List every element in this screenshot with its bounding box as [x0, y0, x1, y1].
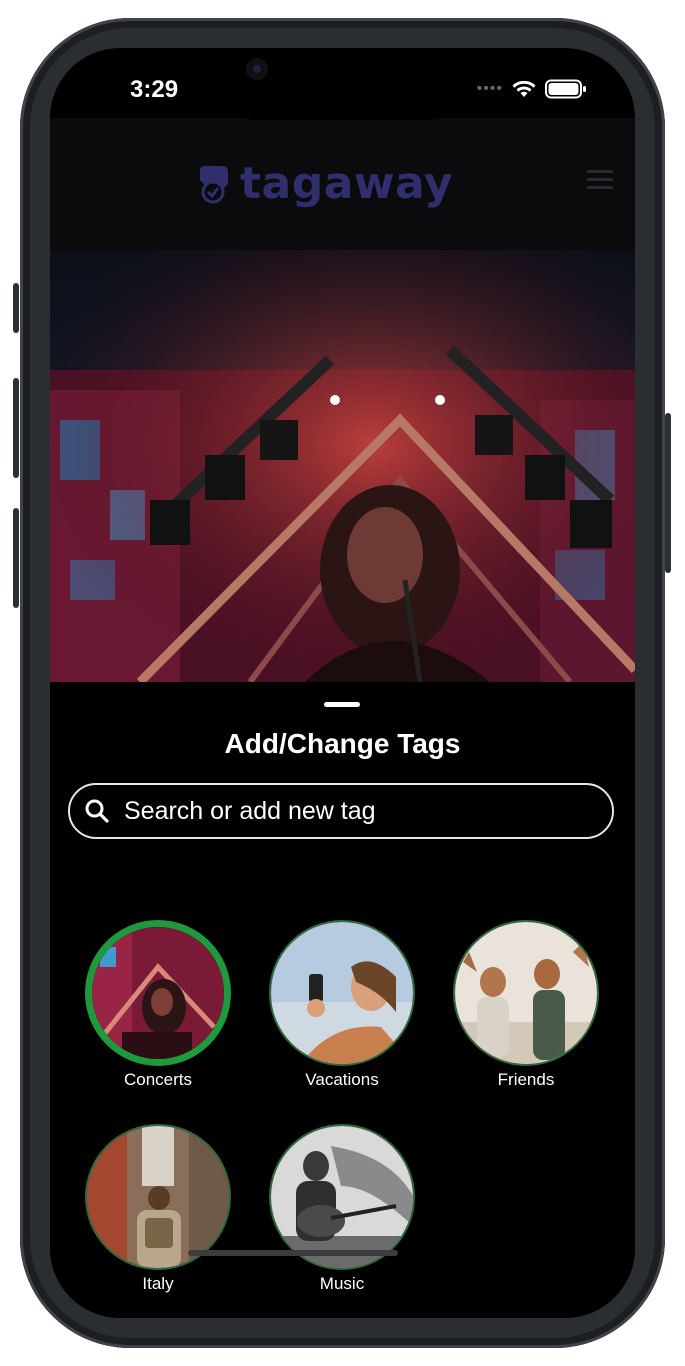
volume-up-button [13, 378, 19, 478]
hero-photo [50, 250, 635, 682]
tag-thumbnail[interactable] [453, 920, 599, 1066]
tag-label: Music [319, 1274, 365, 1293]
tag-logo-icon [200, 165, 228, 203]
front-camera [246, 58, 268, 80]
tag-thumbnail[interactable] [85, 1124, 231, 1270]
tag-thumbnail[interactable] [85, 920, 231, 1066]
sheet-title: Add/Change Tags [224, 728, 461, 759]
volume-down-button [13, 508, 19, 608]
hamburger-menu-icon[interactable] [587, 170, 613, 189]
search-input[interactable] [122, 795, 566, 827]
battery-icon [545, 79, 586, 99]
home-indicator[interactable] [188, 1250, 398, 1256]
search-icon [85, 799, 109, 823]
signal-dots-icon: •••• [476, 80, 503, 97]
wifi-icon [512, 80, 536, 97]
tag-thumbnail[interactable] [269, 920, 415, 1066]
app-name: tagaway [240, 158, 454, 209]
app-header: tagaway [50, 118, 635, 250]
sheet-grabber[interactable] [324, 702, 360, 707]
side-button [665, 413, 671, 573]
tag-label: Concerts [123, 1070, 193, 1089]
tag-sheet: Add/Change Tags Concerts [50, 682, 635, 1318]
app-logo: tagaway [196, 158, 453, 209]
tag-concerts[interactable]: Concerts [84, 920, 232, 1090]
tag-thumbnail[interactable] [269, 1124, 415, 1270]
tag-italy[interactable]: Italy [84, 1124, 232, 1294]
tag-friends[interactable]: Friends [452, 920, 600, 1090]
tag-label: Vacations [305, 1070, 379, 1089]
tag-music[interactable]: Music [268, 1124, 416, 1294]
screen: 3:29 •••• tagaway Add/Change Tags Search… [50, 48, 635, 1318]
tag-label: Friends [497, 1070, 555, 1089]
status-time: 3:29 [130, 76, 179, 103]
action-button [13, 283, 19, 333]
status-icons: •••• [477, 79, 587, 99]
tag-label: Italy [142, 1274, 174, 1293]
tag-vacations[interactable]: Vacations [268, 920, 416, 1090]
search-field[interactable] [68, 783, 614, 839]
concert-photo [50, 250, 635, 682]
